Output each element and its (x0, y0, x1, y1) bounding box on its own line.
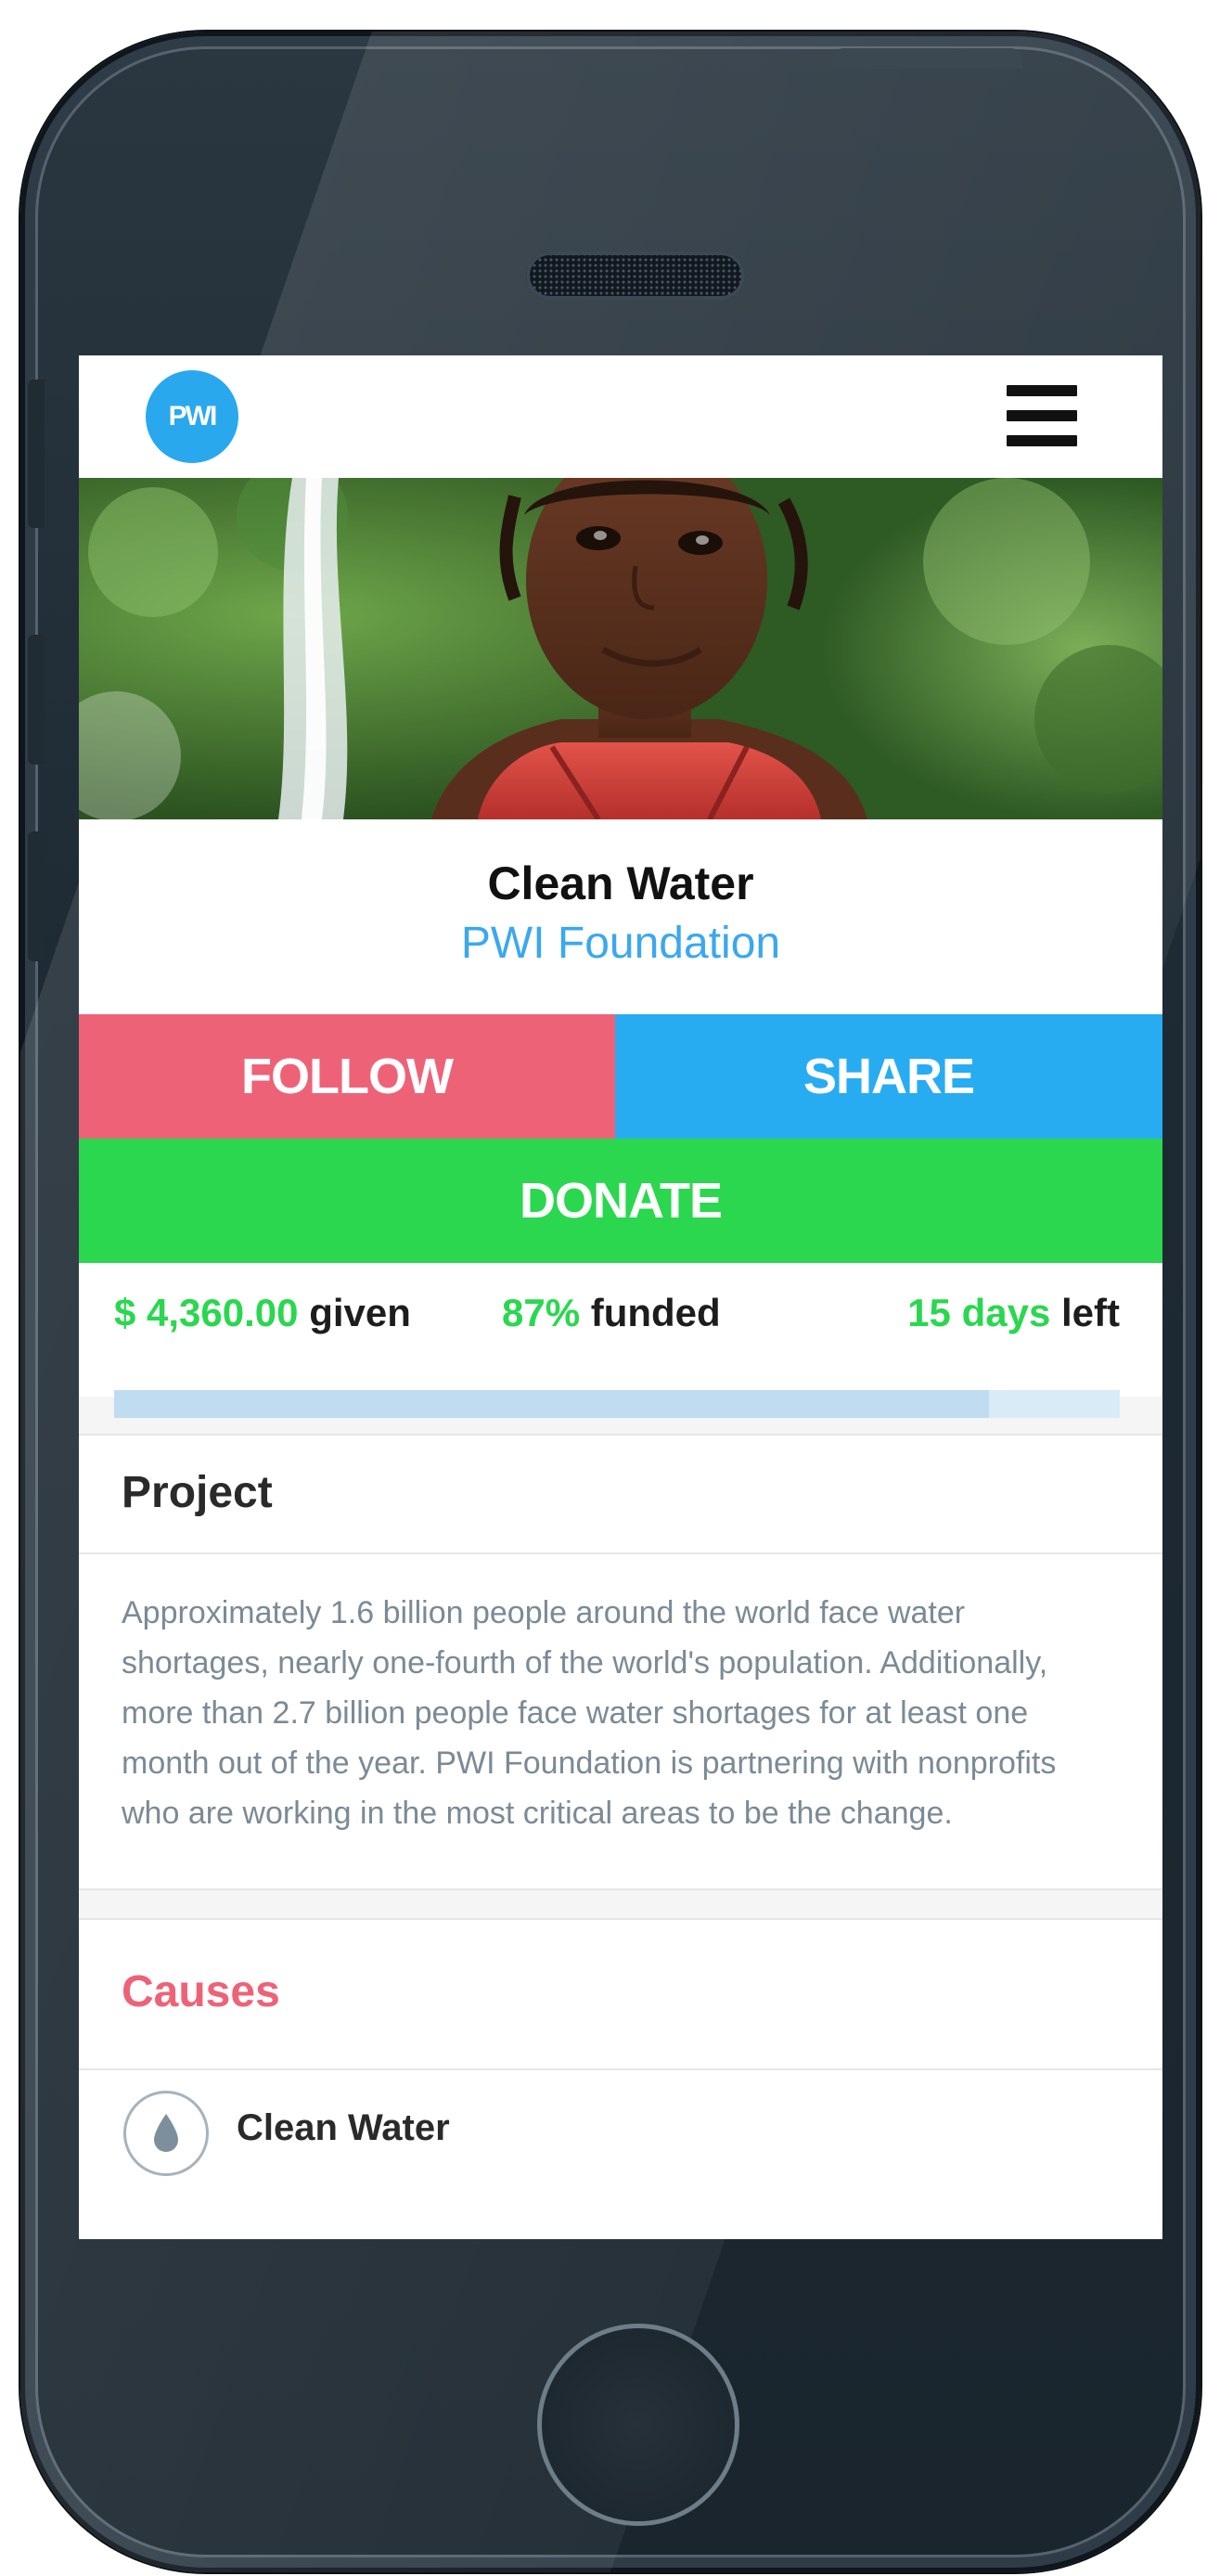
cause-label: Clean Water (237, 2107, 450, 2148)
funding-progress-bar (114, 1390, 1120, 1418)
mute-switch (28, 380, 45, 528)
share-button[interactable]: SHARE (615, 1014, 1162, 1139)
project-description: Approximately 1.6 billion people around … (79, 1554, 1162, 1888)
causes-section-header: Causes (79, 1918, 1162, 2068)
top-bar: PWI (79, 355, 1162, 478)
action-row: FOLLOW SHARE (79, 1014, 1162, 1139)
cause-item[interactable]: Clean Water (79, 2068, 1162, 2196)
project-title-block: Clean Water PWI Foundation (79, 819, 1162, 977)
funding-stats: $ 4,360.00 given 87% funded 15 days left (79, 1263, 1162, 1365)
hero-photo (79, 478, 1162, 819)
power-button (832, 48, 1022, 69)
hero-image (79, 478, 1162, 819)
donate-button[interactable]: DONATE (79, 1139, 1162, 1263)
days-value: 15 days (907, 1291, 1051, 1334)
funded-percent: 87% (502, 1291, 581, 1334)
volume-down-button (28, 831, 45, 961)
funded-stat: 87% funded (502, 1291, 721, 1335)
funded-label: funded (590, 1291, 721, 1334)
given-amount: $ 4,360.00 (114, 1291, 299, 1334)
given-stat: $ 4,360.00 given (114, 1291, 411, 1335)
given-label: given (309, 1291, 411, 1334)
pwi-logo[interactable]: PWI (146, 370, 238, 463)
logo-text: PWI (168, 401, 218, 431)
home-button[interactable] (537, 2324, 739, 2526)
water-drop-icon (123, 2091, 209, 2176)
project-title: Clean Water (487, 857, 754, 909)
hamburger-menu-icon[interactable] (1007, 385, 1077, 446)
project-section-header: Project (79, 1434, 1162, 1554)
section-gap-2 (79, 1888, 1162, 1918)
funding-progress-fill (114, 1390, 990, 1418)
causes-heading: Causes (122, 1967, 280, 2016)
app-screen: PWI Clean Water PWI Foundation FOLLOW SH… (79, 355, 1162, 2239)
days-label: left (1061, 1291, 1120, 1334)
project-heading: Project (122, 1468, 273, 1517)
organization-link[interactable]: PWI Foundation (79, 916, 1162, 972)
earpiece-speaker (526, 251, 745, 300)
follow-button[interactable]: FOLLOW (79, 1014, 615, 1139)
days-left-stat: 15 days left (907, 1291, 1120, 1335)
volume-up-button (28, 635, 45, 765)
